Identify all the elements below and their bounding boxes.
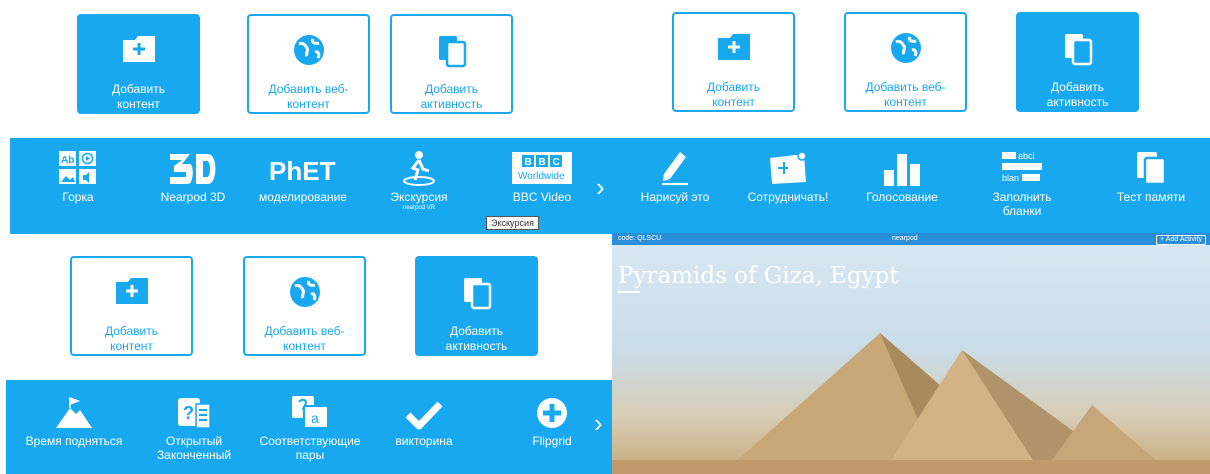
nearpod-top-bar: code: QLSCU nearpod + Add Activity — [612, 233, 1210, 245]
tool-slides-label: Горка — [62, 190, 94, 204]
tool-quiz-label: викторина — [395, 434, 453, 448]
panel-add-activity: Добавить контент Добавить веб- контент Д… — [612, 0, 1210, 234]
nearpod-logo: nearpod — [892, 235, 918, 242]
tool-collaborate[interactable]: Сотрудничать! — [738, 150, 838, 204]
activity-tool-bar-2: Время подняться ? Открытый Законченный a… — [6, 380, 612, 474]
fill-blanks-icon: abcl blan — [982, 150, 1062, 186]
tool-open-ended[interactable]: ? Открытый Законченный — [144, 394, 244, 462]
add-content-label: Добавить контент — [706, 80, 761, 109]
tool-poll-label: Голосование — [866, 190, 938, 204]
tool-time-to-climb[interactable]: Время подняться — [6, 394, 142, 448]
3d-icon — [150, 150, 236, 186]
slide-title: Pyramids of Giza, Egypt — [618, 263, 899, 289]
pencil-icon — [630, 150, 720, 186]
session-code: code: QLSCU — [618, 235, 662, 242]
tool-flipgrid-label: Flipgrid — [532, 434, 572, 448]
tool-draw-it[interactable]: Нарисуй это — [630, 150, 720, 204]
activity-icon — [417, 276, 536, 310]
svg-text:?: ? — [183, 403, 194, 423]
tool-poll[interactable]: Голосование — [862, 150, 942, 204]
add-slide-icon — [674, 32, 793, 64]
tool-bbc-video-label: BBC Video — [512, 190, 572, 204]
chevron-right-icon[interactable]: › — [594, 410, 603, 436]
add-slide-icon — [79, 34, 198, 66]
tool-bbc-video[interactable]: B B C Worldwide BBC Video — [502, 150, 582, 204]
add-web-content-label: Добавить веб- контент — [264, 324, 345, 353]
add-content-card[interactable]: Добавить контент — [70, 256, 193, 356]
globe-icon — [846, 32, 965, 64]
checkmark-icon — [384, 394, 464, 430]
add-content-card[interactable]: Добавить контент — [77, 14, 200, 114]
tool-fill-blanks-label: Заполнить бланки — [992, 190, 1052, 218]
add-content-label: Добавить контент — [111, 82, 166, 111]
add-content-card[interactable]: Добавить контент — [672, 12, 795, 112]
panel-activities-2: Добавить контент Добавить веб- контент Д… — [0, 237, 612, 474]
tool-quiz[interactable]: викторина — [384, 394, 464, 448]
add-web-content-card[interactable]: Добавить веб- контент — [844, 12, 967, 112]
activity-icon — [392, 34, 511, 68]
svg-text:abcl: abcl — [1018, 151, 1035, 161]
add-slide-icon — [72, 276, 191, 308]
add-activity-button[interactable]: + Add Activity — [1156, 235, 1206, 245]
tool-field-trip-label: Экскурсия — [390, 190, 448, 204]
svg-text:C: C — [553, 157, 560, 168]
tool-slides[interactable]: Ab Горка — [50, 150, 106, 204]
panel-nearpod-slide: code: QLSCU nearpod + Add Activity Pyram… — [612, 233, 1210, 474]
svg-text:blan: blan — [1002, 173, 1019, 183]
open-ended-icon: ? — [144, 394, 244, 430]
tool-simulation-label: моделирование — [259, 190, 347, 204]
svg-text:a: a — [311, 410, 319, 426]
tool-fill-blanks[interactable]: abcl blan Заполнить бланки — [982, 150, 1062, 218]
phet-icon: PhET — [254, 150, 352, 186]
poll-icon — [862, 150, 942, 186]
nearpod-vr-label: nearpod VR — [402, 205, 436, 211]
tool-memory-test-label: Тест памяти — [1116, 190, 1186, 204]
globe-icon — [245, 276, 364, 308]
pyramids-photo: Pyramids of Giza, Egypt — [612, 245, 1210, 474]
memory-icon — [1106, 150, 1196, 186]
add-activity-card[interactable]: Добавить активность — [415, 256, 538, 356]
tool-matching-pairs[interactable]: a Соответствующие пары — [250, 394, 370, 462]
activity-icon — [1018, 32, 1137, 66]
add-web-content-card[interactable]: Добавить веб- контент — [247, 14, 370, 114]
add-web-content-label: Добавить веб- контент — [865, 80, 946, 109]
add-web-content-label: Добавить веб- контент — [268, 82, 349, 111]
add-activity-card[interactable]: Добавить активность — [1016, 12, 1139, 112]
board-icon — [738, 150, 838, 186]
tool-simulation[interactable]: PhET моделирование — [254, 150, 352, 204]
tool-draw-it-label: Нарисуй это — [640, 190, 710, 204]
add-activity-label: Добавить активность — [420, 82, 483, 111]
tool-3d[interactable]: Nearpod 3D — [150, 150, 236, 204]
svg-text:PhET: PhET — [269, 156, 336, 186]
title-underline — [618, 291, 640, 293]
bbc-icon: B B C Worldwide — [502, 150, 582, 186]
tool-memory-test[interactable]: Тест памяти — [1106, 150, 1196, 204]
field-trip-icon — [384, 150, 454, 186]
add-activity-card[interactable]: Добавить активность — [390, 14, 513, 114]
matching-pairs-icon: a — [250, 394, 370, 430]
panel-add-content: Добавить контент Добавить веб- контент Д… — [0, 0, 612, 234]
plus-circle-icon — [512, 394, 592, 430]
tool-collaborate-label: Сотрудничать! — [747, 190, 829, 204]
activity-tool-bar: Нарисуй это Сотрудничать! Голосование ab… — [612, 138, 1210, 233]
flag-mountain-icon — [6, 394, 142, 430]
add-activity-label: Добавить активность — [445, 324, 508, 353]
tool-open-ended-label: Открытый Законченный — [156, 434, 232, 462]
globe-icon — [249, 34, 368, 66]
svg-text:B: B — [525, 157, 532, 168]
svg-text:Ab: Ab — [61, 155, 74, 166]
add-activity-label: Добавить активность — [1046, 80, 1109, 109]
tooltip: Экскурсия — [486, 216, 539, 230]
chevron-right-icon[interactable]: › — [596, 174, 605, 200]
tool-3d-label: Nearpod 3D — [160, 190, 226, 204]
tool-field-trip[interactable]: Экскурсия nearpod VR — [384, 150, 454, 212]
svg-text:B: B — [539, 157, 546, 168]
tool-flipgrid[interactable]: Flipgrid — [512, 394, 592, 448]
tool-time-to-climb-label: Время подняться — [25, 434, 123, 448]
add-content-label: Добавить контент — [104, 324, 159, 353]
svg-text:Worldwide: Worldwide — [518, 171, 565, 182]
tool-matching-pairs-label: Соответствующие пары — [259, 434, 361, 462]
slides-icon: Ab — [50, 150, 106, 186]
add-web-content-card[interactable]: Добавить веб- контент — [243, 256, 366, 356]
